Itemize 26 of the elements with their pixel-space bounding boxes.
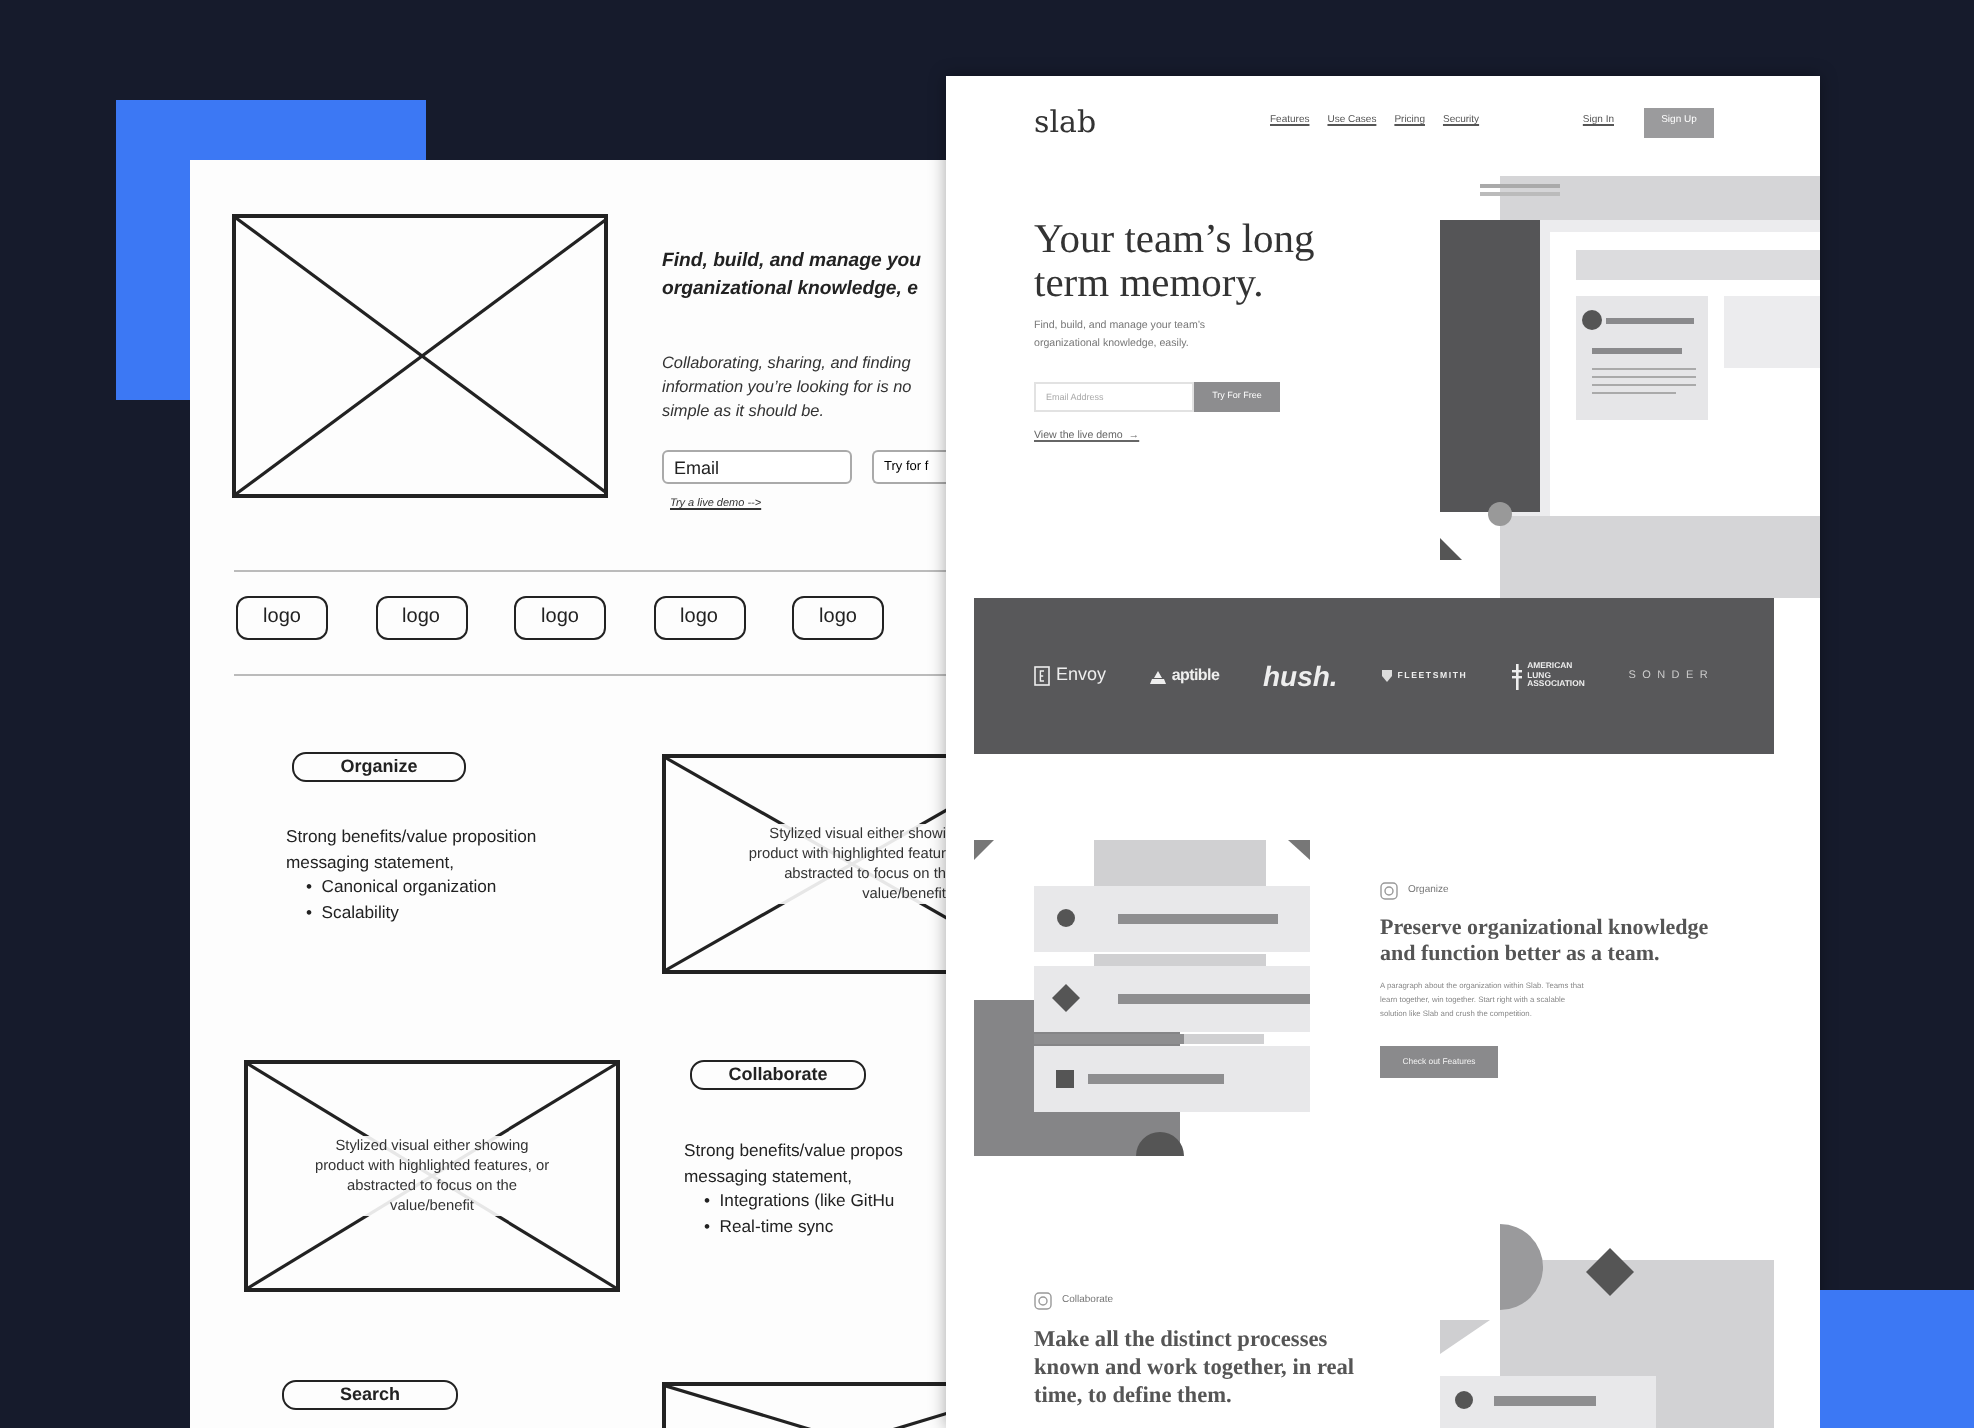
logo-label: logo — [541, 606, 579, 628]
section-label: Collaborate — [690, 1060, 866, 1090]
subheadline: Collaborating, sharing, and finding information you’re looking for is no simple as it should be. — [662, 352, 914, 424]
shield-logo-icon — [1381, 670, 1392, 682]
section-label: Organize — [292, 752, 466, 782]
section-title: Preserve organizational knowledge and function better as a team. — [1380, 916, 1709, 966]
bullet-item: • Canonical organization — [306, 874, 499, 899]
section-label: Search — [282, 1380, 458, 1410]
bullet-item: • Scalability — [306, 899, 401, 924]
benefit-statement: Strong benefits/value propos messaging statement, — [684, 1138, 905, 1188]
square-logo-icon — [1034, 666, 1050, 686]
bullet-item: • Integrations (like GitHu — [704, 1188, 897, 1213]
hero-title: Your team’s long term memory. — [1034, 218, 1315, 306]
email-field[interactable]: Email — [662, 450, 852, 484]
customer-logo: aptible — [1171, 664, 1220, 688]
benefit-statement: Strong benefits/value proposition messaging statement, — [286, 824, 539, 874]
logo-label: logo — [819, 606, 857, 628]
logo[interactable]: slab — [1034, 99, 1270, 145]
logo-label: logo — [402, 606, 440, 628]
customer-logo: Envoy — [1056, 662, 1107, 689]
logo-label: logo — [263, 606, 301, 628]
section-title: Make all the distinct processes known and work together, in real time, to define them. — [1034, 1326, 1355, 1410]
headline: Find, build, and manage you organizational knowledge, e — [662, 248, 924, 304]
logo-label: logo — [680, 606, 718, 628]
bullet-item: • Real-time sync — [704, 1213, 836, 1238]
customer-logo: hush. — [1262, 657, 1338, 695]
